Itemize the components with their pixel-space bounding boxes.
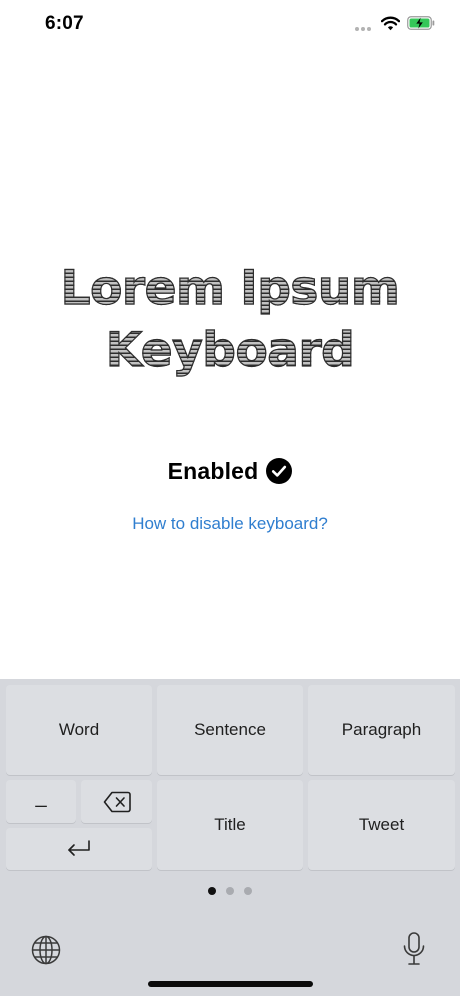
word-key[interactable]: Word: [6, 685, 152, 775]
paragraph-key-label: Paragraph: [341, 720, 422, 739]
enabled-label: Enabled: [167, 457, 259, 484]
hero-title: Lorem Ipsum Keyboard: [0, 258, 460, 382]
word-key-label: Word: [58, 720, 100, 739]
space-key-label: _: [35, 786, 47, 808]
title-key[interactable]: Title: [157, 780, 303, 870]
return-key[interactable]: [6, 828, 152, 870]
tweet-key[interactable]: Tweet: [308, 780, 455, 870]
enabled-status: Enabled: [0, 455, 460, 487]
page-dot: [244, 887, 252, 895]
hero-title-line1: Lorem Ipsum: [60, 260, 400, 316]
delete-key[interactable]: [81, 780, 152, 823]
battery-charging-icon: [407, 16, 435, 30]
wifi-icon: [381, 16, 400, 31]
globe-icon[interactable]: [31, 935, 61, 965]
status-bar: 6:07: [0, 0, 460, 50]
microphone-icon[interactable]: [402, 932, 426, 966]
page-indicator[interactable]: [0, 887, 460, 897]
space-key[interactable]: _: [6, 780, 76, 823]
checkmark-circle-icon: [266, 458, 293, 484]
paragraph-key[interactable]: Paragraph: [308, 685, 455, 775]
page-dot: [226, 887, 234, 895]
sentence-key[interactable]: Sentence: [157, 685, 303, 775]
page-dot: [208, 887, 216, 895]
keyboard: Word Sentence Paragraph _ Title Tweet: [0, 679, 460, 996]
home-indicator[interactable]: [148, 981, 313, 987]
title-key-label: Title: [214, 815, 246, 834]
delete-backward-icon: [103, 791, 131, 812]
hero-title-line2: Keyboard: [105, 322, 355, 378]
status-time: 6:07: [45, 13, 84, 34]
how-to-disable-link[interactable]: How to disable keyboard?: [0, 514, 460, 534]
sentence-key-label: Sentence: [194, 720, 266, 739]
signal-dots-icon: [355, 27, 375, 33]
return-icon: [68, 840, 90, 856]
tweet-key-label: Tweet: [358, 815, 405, 834]
